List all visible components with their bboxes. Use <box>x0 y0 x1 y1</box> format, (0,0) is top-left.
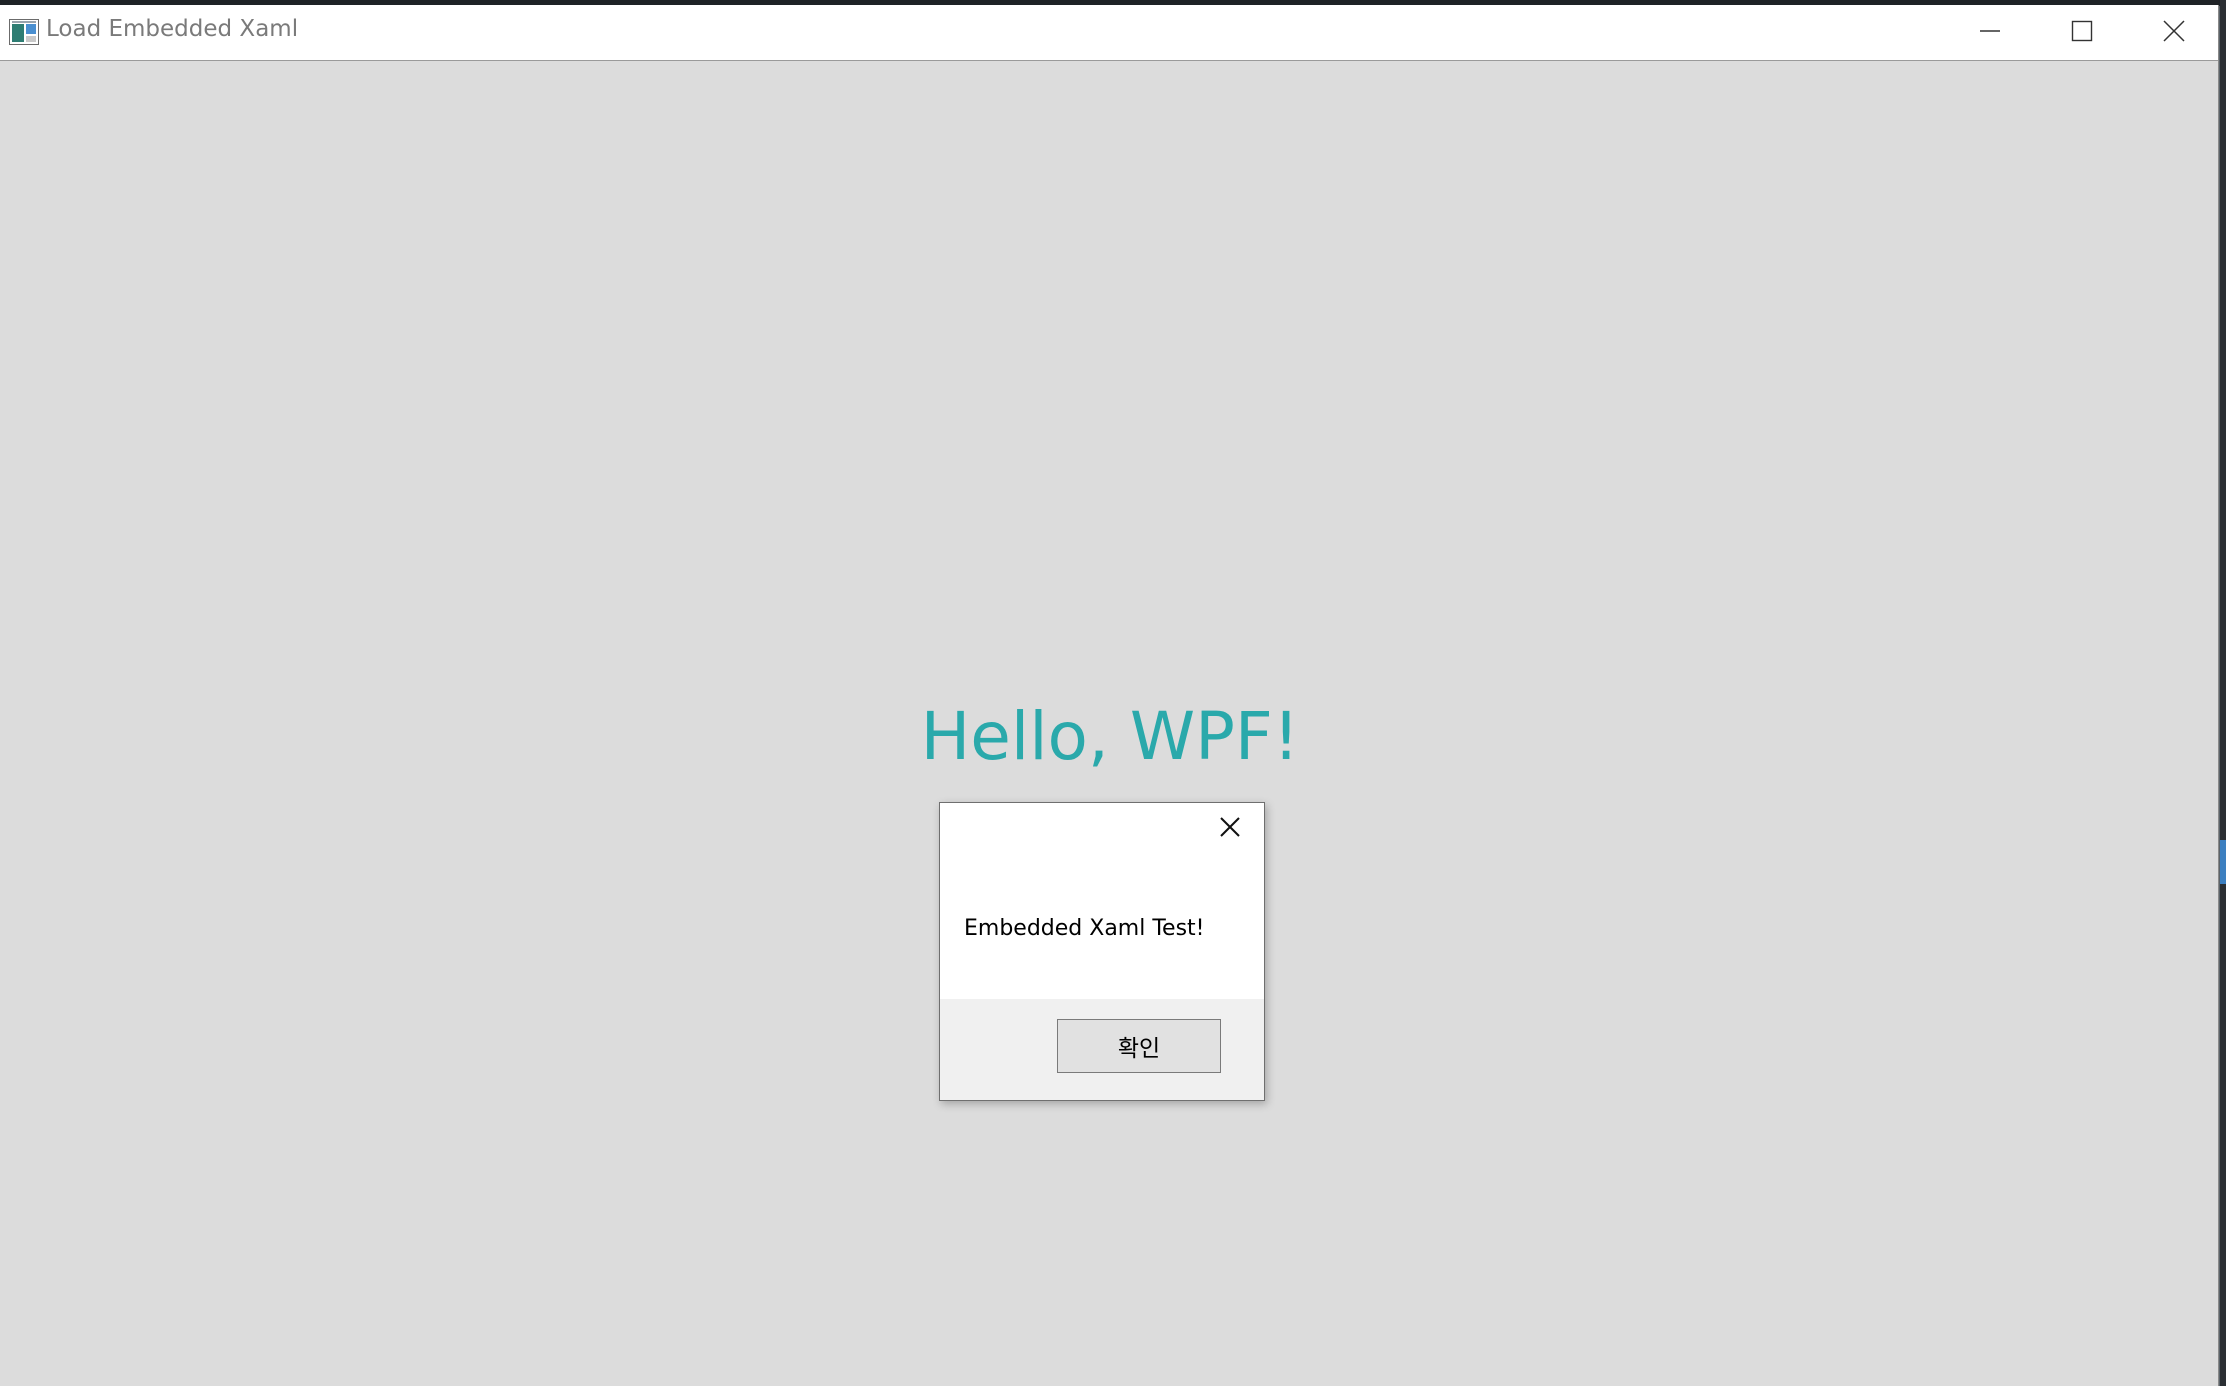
message-box-close-button[interactable] <box>1210 811 1250 847</box>
close-icon <box>1219 816 1241 842</box>
title-bar[interactable]: Load Embedded Xaml <box>0 5 2218 61</box>
window-title: Load Embedded Xaml <box>46 16 299 42</box>
message-box: Embedded Xaml Test! 확인 <box>939 802 1265 1101</box>
close-icon <box>2162 19 2186 47</box>
app-window: Load Embedded Xaml Hello, WPF! Embedded … <box>0 5 2219 1386</box>
close-button[interactable] <box>2128 5 2220 60</box>
maximize-button[interactable] <box>2036 5 2128 60</box>
minimize-icon <box>1979 20 2001 46</box>
adjacent-window-accent <box>2220 840 2226 884</box>
message-box-body: Embedded Xaml Test! <box>940 803 1264 999</box>
hello-heading: Hello, WPF! <box>0 693 2218 781</box>
ok-button[interactable]: 확인 <box>1057 1019 1221 1073</box>
minimize-button[interactable] <box>1944 5 2036 60</box>
message-text: Embedded Xaml Test! <box>964 916 1205 941</box>
hello-heading-text: Hello, WPF! <box>920 698 1300 775</box>
maximize-icon <box>2071 20 2093 46</box>
adjacent-window-edge <box>2220 0 2226 1386</box>
app-icon <box>9 19 39 45</box>
